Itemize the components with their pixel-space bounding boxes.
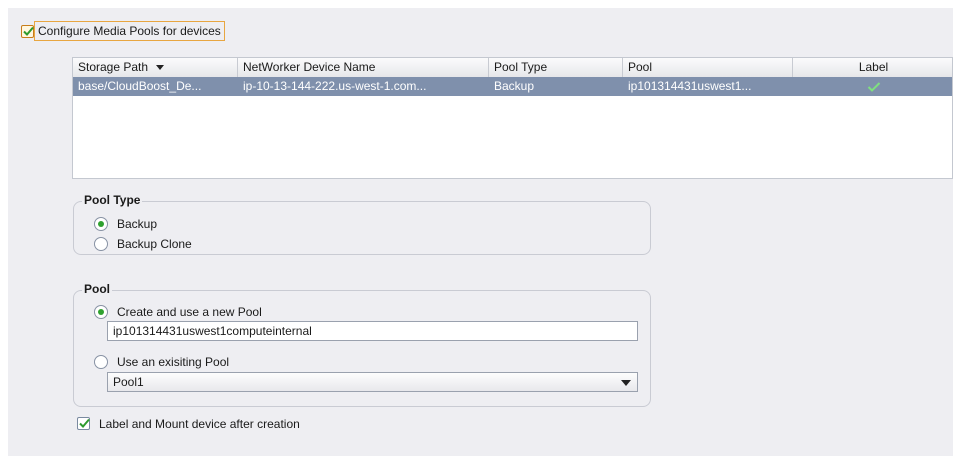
pool-type-backup-label[interactable]: Backup [117, 217, 157, 231]
cell-pool: ip101314431uswest1... [628, 79, 752, 93]
create-new-pool-radio[interactable] [94, 305, 108, 319]
table-row[interactable]: base/CloudBoost_De... ip-10-13-144-222.u… [73, 77, 952, 96]
check-icon [867, 82, 880, 92]
new-pool-name-input[interactable]: ip101314431uswest1computeinternal [107, 321, 638, 341]
use-existing-pool-radio[interactable] [94, 355, 108, 369]
pool-title: Pool [82, 282, 112, 296]
column-header-storage-path[interactable]: Storage Path [73, 58, 238, 77]
column-header-pool[interactable]: Pool [623, 58, 793, 77]
column-header-device-name[interactable]: NetWorker Device Name [238, 58, 489, 77]
devices-table: Storage Path NetWorker Device Name Pool … [72, 57, 953, 179]
existing-pool-select[interactable]: Pool1 [107, 372, 638, 392]
table-header: Storage Path NetWorker Device Name Pool … [73, 58, 952, 78]
use-existing-pool-label[interactable]: Use an exisiting Pool [117, 355, 229, 369]
cell-storage-path: base/CloudBoost_De... [78, 79, 202, 93]
column-header-pool-type[interactable]: Pool Type [489, 58, 623, 77]
pool-type-backup-clone-label[interactable]: Backup Clone [117, 237, 192, 251]
column-header-label[interactable]: Label [793, 58, 953, 77]
dropdown-arrow-icon [621, 380, 631, 386]
label-mount-checkbox[interactable] [77, 417, 90, 430]
configure-media-pools-checkbox[interactable] [21, 25, 34, 38]
sort-down-icon [156, 65, 165, 71]
existing-pool-value: Pool1 [113, 375, 144, 389]
pool-type-backup-radio[interactable] [94, 217, 108, 231]
configure-media-pools-label[interactable]: Configure Media Pools for devices [34, 21, 225, 41]
cell-device-name: ip-10-13-144-222.us-west-1.com... [243, 79, 427, 93]
pool-type-title: Pool Type [82, 193, 143, 207]
pool-type-backup-clone-radio[interactable] [94, 237, 108, 251]
check-icon [79, 418, 90, 428]
cell-label [793, 77, 953, 96]
label-mount-label[interactable]: Label and Mount device after creation [99, 417, 300, 431]
create-new-pool-label[interactable]: Create and use a new Pool [117, 305, 262, 319]
cell-pool-type: Backup [494, 79, 535, 93]
